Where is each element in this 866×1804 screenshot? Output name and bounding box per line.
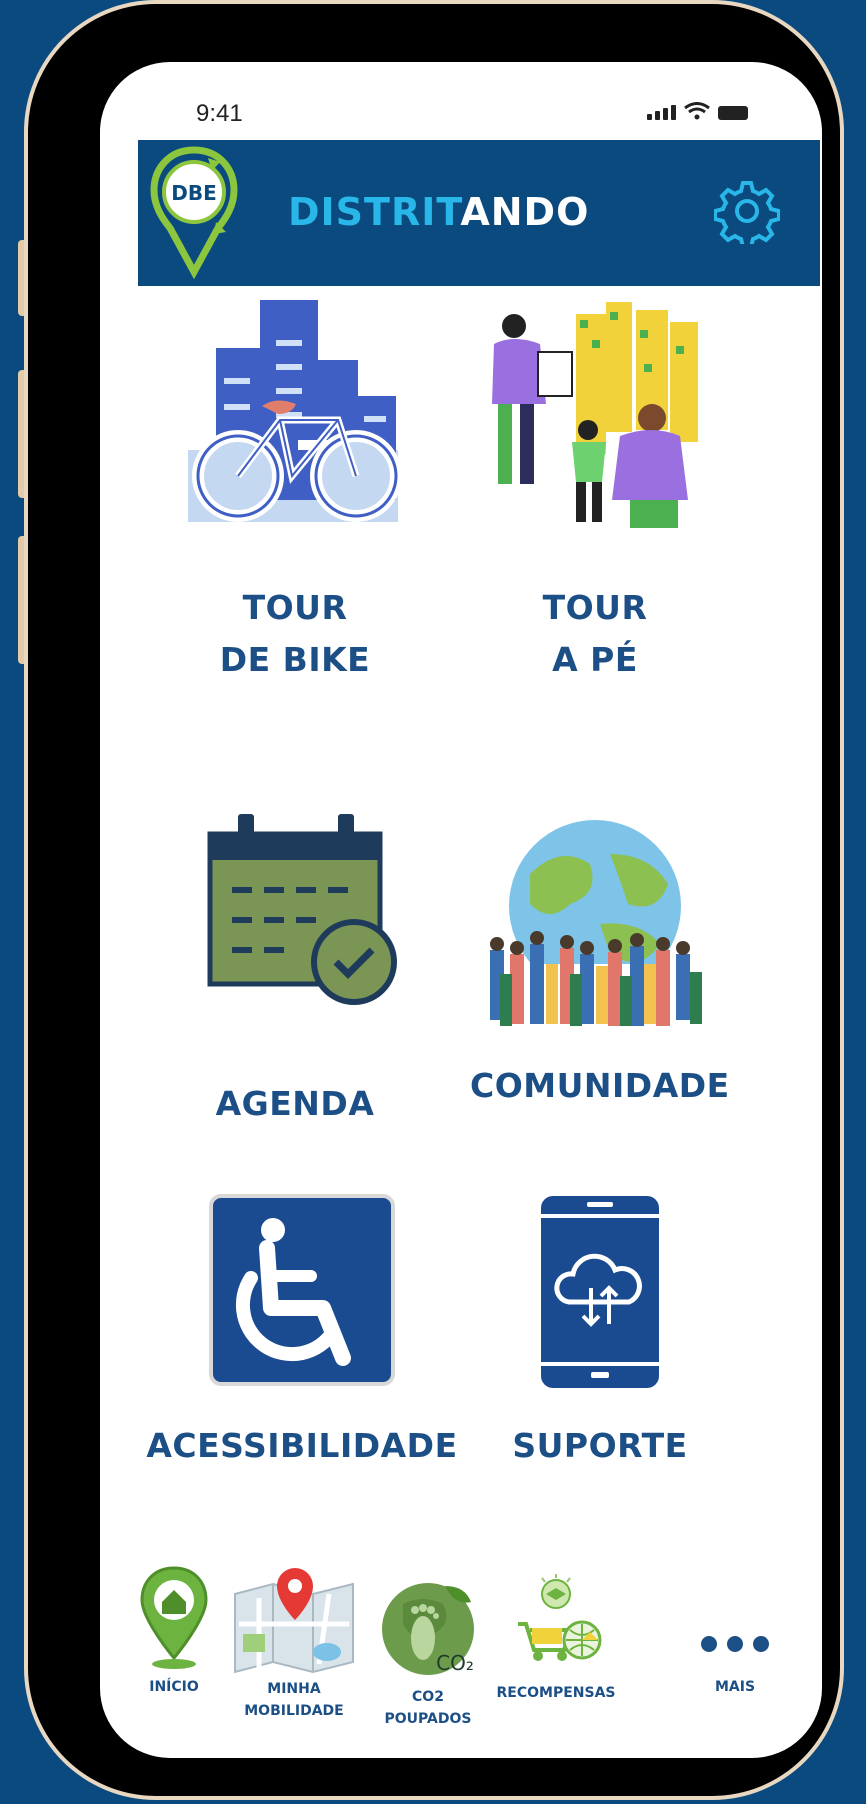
nav-label-line: RECOMPENSAS [496,1685,616,1701]
nav-label-line: MOBILIDADE [244,1703,344,1719]
app-title: DISTRITANDO [288,190,589,234]
suporte-label: SUPORTE [500,1420,700,1472]
acessibilidade-tile[interactable]: ACESSIBILIDADE [142,1192,462,1472]
phone-cloud-icon [541,1196,659,1388]
tile-label-line: AGENDA [215,1084,375,1123]
settings-gear-icon[interactable] [713,178,781,249]
footprint-globe-icon: CO₂ [382,1583,474,1675]
rewards-icon [518,1574,602,1661]
acessibilidade-label: ACESSIBILIDADE [142,1420,462,1472]
status-time: 9:41 [196,100,243,127]
dbe-logo[interactable]: DBE [146,144,242,282]
nav-recompensas[interactable]: RECOMPENSAS [486,1572,626,1704]
co2-badge-text: CO₂ [436,1651,474,1675]
tile-label-line: ACESSIBILIDADE [146,1426,458,1465]
comunidade-label: COMUNIDADE [470,1060,730,1112]
nav-inicio[interactable]: INÍCIO [124,1562,224,1698]
nav-recompensas-label: RECOMPENSAS [486,1682,626,1704]
suporte-tile[interactable]: SUPORTE [500,1192,700,1472]
app-title-part2: ANDO [460,190,590,234]
tour-a-pe-tile[interactable]: TOUR A PÉ [470,300,720,686]
agenda-tile[interactable]: AGENDA [170,812,420,1130]
nav-co2-poupados-label: CO2 POUPADOS [368,1686,488,1730]
home-pin-icon [140,1566,208,1669]
globe-crowd-icon [480,820,710,1044]
calendar-check-icon [207,814,397,1005]
tour-a-pe-label: TOUR A PÉ [470,582,720,686]
signal-icon [647,105,676,120]
wheelchair-icon [209,1194,395,1386]
tour-de-bike-tile[interactable]: TOUR DE BIKE [170,300,420,686]
more-dots-icon [701,1636,769,1652]
status-icons [647,102,748,120]
tile-label-line: A PÉ [552,640,638,679]
nav-mais[interactable]: MAIS [690,1632,780,1698]
agenda-label: AGENDA [170,1078,420,1130]
tile-label-line: TOUR [542,588,648,627]
nav-minha-mobilidade[interactable]: MINHA MOBILIDADE [224,1564,364,1722]
city-bike-icon [188,300,402,522]
map-pin-icon [234,1568,354,1674]
tile-label-line: SUPORTE [512,1426,688,1465]
nav-inicio-label: INÍCIO [124,1676,224,1698]
nav-label-line: MINHA [267,1681,321,1697]
tile-label-line: TOUR [242,588,348,627]
app-title-part1: DISTRIT [288,190,461,234]
tour-de-bike-label: TOUR DE BIKE [170,582,420,686]
walking-people-icon [492,302,698,528]
nav-mais-label: MAIS [690,1676,780,1698]
comunidade-tile[interactable]: COMUNIDADE [470,814,730,1112]
nav-label-line: INÍCIO [149,1679,199,1695]
wifi-icon [684,102,710,120]
tile-label-line: COMUNIDADE [470,1066,730,1105]
logo-text: DBE [171,181,217,205]
app-header: DBE DISTRITANDO [138,140,820,286]
nav-label-line: MAIS [714,1679,756,1695]
nav-co2-poupados[interactable]: CO₂ CO2 POUPADOS [368,1574,488,1730]
battery-icon [718,106,748,120]
phone-frame: 9:41 DBE DISTRITANDO TOUR DE BIKE TOUR A… [28,4,840,1796]
phone-screen: 9:41 DBE DISTRITANDO TOUR DE BIKE TOUR A… [100,62,822,1758]
tile-label-line: DE BIKE [219,640,371,679]
nav-minha-mobilidade-label: MINHA MOBILIDADE [224,1678,364,1722]
nav-label-line: POUPADOS [384,1711,472,1727]
nav-label-line: CO2 [412,1689,444,1705]
